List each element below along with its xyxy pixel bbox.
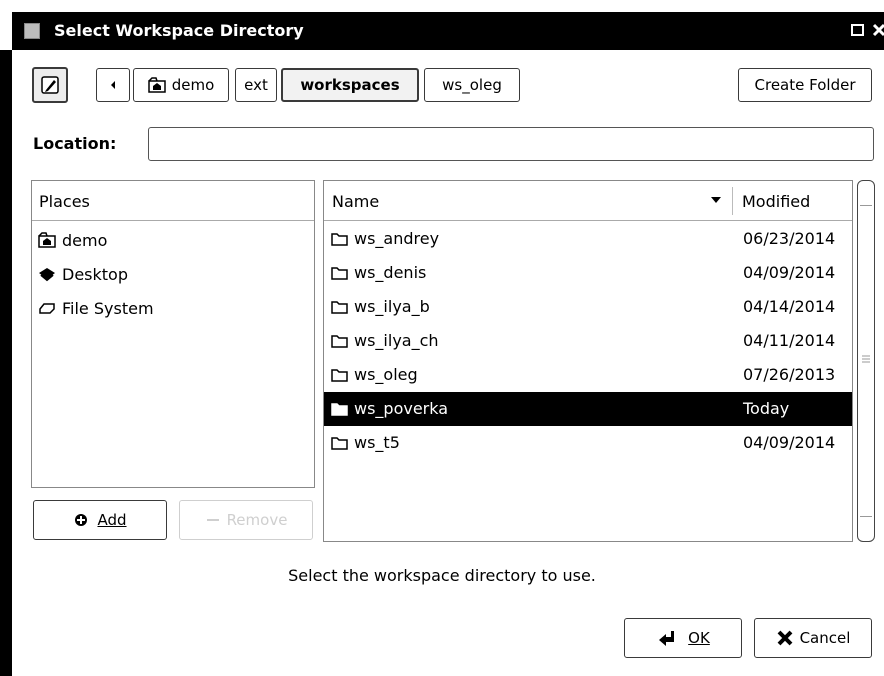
file-row[interactable]: ws_ilya_b 04/14/2014 bbox=[324, 290, 852, 324]
file-name: ws_ilya_b bbox=[354, 297, 430, 316]
title-bar: Select Workspace Directory bbox=[12, 12, 884, 50]
file-row[interactable]: ws_denis 04/09/2014 bbox=[324, 256, 852, 290]
file-modified: 07/26/2013 bbox=[743, 365, 836, 384]
help-text: Select the workspace directory to use. bbox=[288, 566, 596, 585]
file-name: ws_oleg bbox=[354, 365, 418, 384]
create-folder-button[interactable]: Create Folder bbox=[738, 68, 872, 102]
folder-icon bbox=[331, 369, 348, 382]
chevron-left-icon bbox=[111, 81, 115, 89]
folder-icon bbox=[331, 437, 348, 450]
home-folder-icon bbox=[38, 232, 56, 248]
path-segment-ws-oleg[interactable]: ws_oleg bbox=[424, 68, 520, 102]
location-label: Location: bbox=[33, 134, 117, 153]
remove-icon bbox=[206, 519, 219, 521]
file-modified: 04/11/2014 bbox=[743, 331, 836, 350]
place-item-desktop[interactable]: Desktop bbox=[38, 260, 128, 288]
cancel-icon bbox=[777, 630, 792, 646]
remove-place-button[interactable]: Remove bbox=[179, 500, 313, 540]
places-pane: Places demo Desktop File System bbox=[31, 180, 315, 488]
file-row[interactable]: ws_andrey 06/23/2014 bbox=[324, 222, 852, 256]
home-folder-icon bbox=[147, 77, 166, 93]
path-segment-workspaces[interactable]: workspaces bbox=[281, 68, 419, 102]
window-title: Select Workspace Directory bbox=[54, 21, 304, 40]
folder-icon bbox=[331, 233, 348, 246]
path-segment-ext[interactable]: ext bbox=[235, 68, 277, 102]
files-header: Name Modified bbox=[324, 181, 852, 221]
add-place-label: Add bbox=[97, 511, 127, 529]
file-modified: 04/09/2014 bbox=[743, 263, 836, 282]
sort-descending-icon[interactable] bbox=[710, 195, 722, 205]
file-list-scrollbar[interactable] bbox=[857, 180, 875, 542]
path-segment-demo[interactable]: demo bbox=[133, 68, 229, 102]
path-label-ws-oleg: ws_oleg bbox=[442, 76, 502, 94]
location-input[interactable] bbox=[148, 127, 874, 161]
file-name: ws_ilya_ch bbox=[354, 331, 439, 350]
path-label-demo: demo bbox=[171, 76, 215, 94]
path-label-ext: ext bbox=[244, 76, 268, 94]
type-location-button[interactable] bbox=[32, 67, 68, 103]
folder-icon bbox=[331, 403, 348, 416]
add-place-button[interactable]: Add bbox=[33, 500, 167, 540]
cancel-button[interactable]: Cancel bbox=[754, 618, 872, 658]
place-item-file-system[interactable]: File System bbox=[38, 294, 154, 322]
file-row[interactable]: ws_ilya_ch 04/11/2014 bbox=[324, 324, 852, 358]
file-modified: 06/23/2014 bbox=[743, 229, 836, 248]
column-header-name[interactable]: Name bbox=[332, 192, 379, 211]
maximize-icon[interactable] bbox=[850, 22, 866, 38]
drive-icon bbox=[39, 303, 55, 314]
file-name: ws_denis bbox=[354, 263, 427, 282]
create-folder-label: Create Folder bbox=[754, 76, 856, 94]
path-back-button[interactable] bbox=[96, 68, 130, 102]
column-header-modified[interactable]: Modified bbox=[742, 192, 810, 211]
cancel-label: Cancel bbox=[799, 629, 851, 647]
remove-place-label: Remove bbox=[226, 511, 288, 529]
place-label-desktop: Desktop bbox=[62, 264, 128, 284]
folder-icon bbox=[331, 335, 348, 348]
file-row[interactable]: ws_oleg 07/26/2013 bbox=[324, 358, 852, 392]
file-name: ws_t5 bbox=[354, 433, 400, 452]
file-modified: Today bbox=[743, 399, 790, 418]
edit-icon bbox=[41, 76, 59, 94]
places-header-label: Places bbox=[39, 192, 90, 211]
place-label-demo: demo bbox=[62, 230, 108, 250]
file-name: ws_poverka bbox=[354, 399, 449, 418]
add-icon bbox=[75, 514, 88, 526]
ok-button[interactable]: OK bbox=[624, 618, 742, 658]
files-pane: Name Modified ws_andrey 06/23/2014 ws_deni… bbox=[323, 180, 853, 542]
column-divider[interactable] bbox=[732, 187, 733, 215]
ok-icon bbox=[659, 631, 675, 646]
folder-icon bbox=[331, 301, 348, 314]
place-item-demo[interactable]: demo bbox=[38, 226, 107, 254]
grip-icon bbox=[862, 355, 870, 363]
file-row[interactable]: ws_t5 04/09/2014 bbox=[324, 426, 852, 460]
file-modified: 04/14/2014 bbox=[743, 297, 836, 316]
path-label-workspaces: workspaces bbox=[300, 76, 400, 94]
app-icon bbox=[24, 23, 40, 39]
folder-icon bbox=[331, 267, 348, 280]
close-icon[interactable] bbox=[872, 22, 884, 38]
place-label-file-system: File System bbox=[62, 298, 154, 318]
ok-label: OK bbox=[688, 629, 710, 647]
file-modified: 04/09/2014 bbox=[743, 433, 836, 452]
file-row[interactable]: ws_poverka Today bbox=[324, 392, 852, 426]
desktop-icon bbox=[39, 268, 55, 282]
places-header[interactable]: Places bbox=[32, 181, 314, 221]
file-name: ws_andrey bbox=[354, 229, 440, 248]
